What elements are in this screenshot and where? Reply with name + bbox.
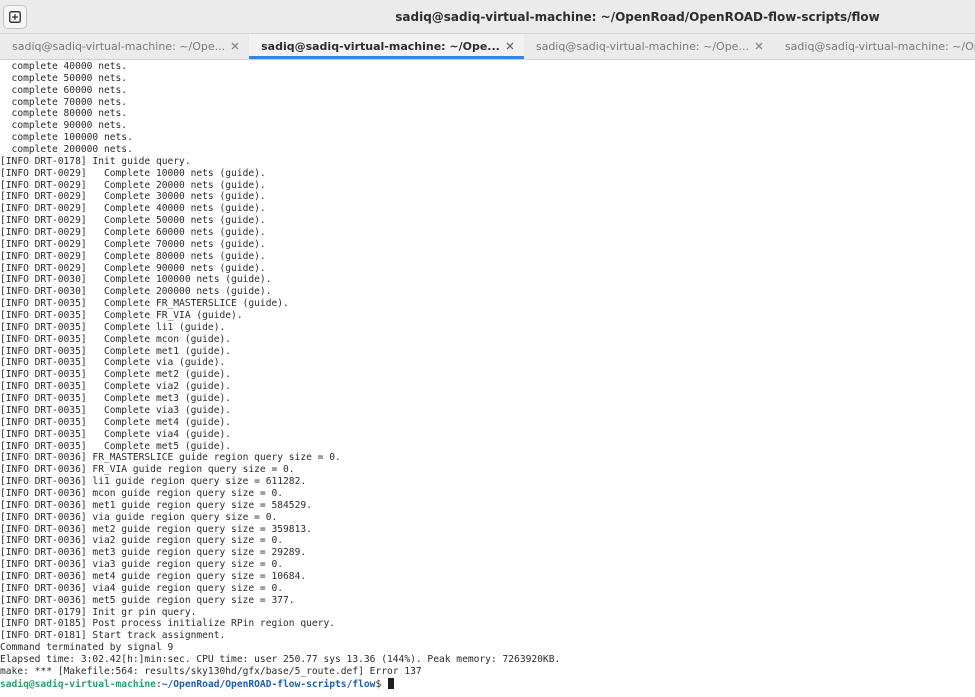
terminal-line: [INFO DRT-0036] li1 guide region query s…	[0, 476, 307, 488]
terminal-line: complete 100000 nets.	[0, 132, 133, 144]
header-bar: sadiq@sadiq-virtual-machine: ~/OpenRoad/…	[0, 0, 975, 34]
tab-1[interactable]: sadiq@sadiq-virtual-machine: ~/Ope...	[0, 34, 249, 59]
terminal-line: [INFO DRT-0179] Init gr pin query.	[0, 606, 197, 618]
terminal-line: complete 70000 nets.	[0, 96, 128, 108]
terminal-line: complete 90000 nets.	[0, 120, 128, 132]
terminal-line: [INFO DRT-0029] Complete 70000 nets (gui…	[0, 238, 266, 250]
tab-3[interactable]: sadiq@sadiq-virtual-machine: ~/Ope...	[524, 34, 773, 59]
terminal-line: [INFO DRT-0036] via2 guide region query …	[0, 535, 284, 547]
prompt-symbol: $	[375, 678, 388, 690]
tab-label: sadiq@sadiq-virtual-machine: ~/Ope...	[535, 40, 749, 53]
tab-2[interactable]: sadiq@sadiq-virtual-machine: ~/Ope...	[249, 34, 524, 59]
new-tab-icon	[9, 11, 21, 23]
terminal-line: [INFO DRT-0185] Post process initialize …	[0, 618, 336, 630]
terminal-line: [INFO DRT-0035] Complete via2 (guide).	[0, 381, 232, 393]
terminal-line: [INFO DRT-0030] Complete 200000 nets (gu…	[0, 286, 272, 298]
tab-bar: sadiq@sadiq-virtual-machine: ~/Ope... sa…	[0, 34, 975, 60]
terminal-line: [INFO DRT-0029] Complete 80000 nets (gui…	[0, 250, 266, 262]
terminal-line: [INFO DRT-0036] met3 guide region query …	[0, 547, 307, 559]
terminal-line: [INFO DRT-0035] Complete met5 (guide).	[0, 440, 232, 452]
terminal-line: [INFO DRT-0035] Complete met4 (guide).	[0, 416, 232, 428]
terminal-line: [INFO DRT-0029] Complete 20000 nets (gui…	[0, 179, 266, 191]
prompt-user-host: sadiq@sadiq-virtual-machine	[0, 678, 156, 690]
terminal-line: [INFO DRT-0036] FR_MASTERSLICE guide reg…	[0, 452, 341, 464]
terminal-line: complete 60000 nets.	[0, 84, 128, 96]
terminal-line: Command terminated by signal 9	[0, 642, 174, 654]
tab-close-button[interactable]	[754, 41, 764, 51]
terminal-line: [INFO DRT-0029] Complete 10000 nets (gui…	[0, 167, 266, 179]
terminal-line: [INFO DRT-0035] Complete met2 (guide).	[0, 369, 232, 381]
terminal-window: sadiq@sadiq-virtual-machine: ~/OpenRoad/…	[0, 0, 975, 697]
shell-prompt[interactable]: sadiq@sadiq-virtual-machine:~/OpenRoad/O…	[0, 677, 975, 690]
terminal-line: [INFO DRT-0035] Complete via (guide).	[0, 357, 226, 369]
text-cursor	[388, 677, 395, 689]
terminal-line: [INFO DRT-0030] Complete 100000 nets (gu…	[0, 274, 272, 286]
terminal-line: [INFO DRT-0035] Complete met1 (guide).	[0, 345, 232, 357]
close-icon	[231, 42, 239, 50]
terminal-line: [INFO DRT-0036] mcon guide region query …	[0, 487, 284, 499]
terminal-output[interactable]: complete 40000 nets. complete 50000 nets…	[0, 61, 975, 697]
terminal-line: [INFO DRT-0035] Complete via4 (guide).	[0, 428, 232, 440]
terminal-line: [INFO DRT-0036] via3 guide region query …	[0, 559, 284, 571]
terminal-line: [INFO DRT-0035] Complete mcon (guide).	[0, 333, 232, 345]
terminal-line: complete 200000 nets.	[0, 144, 133, 156]
close-icon	[506, 42, 514, 50]
terminal-line: [INFO DRT-0029] Complete 40000 nets (gui…	[0, 203, 266, 215]
tab-label: sadiq@sadiq-virtual-machine: ~/Ope...	[12, 40, 226, 53]
tab-label: sadiq@sadiq-virtual-machine: ~/Ope...	[261, 40, 500, 53]
terminal-line: [INFO DRT-0036] met2 guide region query …	[0, 523, 312, 535]
terminal-line: [INFO DRT-0036] met4 guide region query …	[0, 570, 307, 582]
terminal-line: [INFO DRT-0036] FR_VIA guide region quer…	[0, 464, 295, 476]
terminal-line: [INFO DRT-0035] Complete via3 (guide).	[0, 404, 232, 416]
close-icon	[755, 42, 763, 50]
terminal-line: [INFO DRT-0036] met1 guide region query …	[0, 499, 312, 511]
tab-close-button[interactable]	[505, 41, 515, 51]
terminal-line: [INFO DRT-0029] Complete 60000 nets (gui…	[0, 227, 266, 239]
terminal-line: Elapsed time: 3:02.42[h:]min:sec. CPU ti…	[0, 653, 561, 665]
tab-label: sadiq@sadiq-virtual-machine: ~/Ope...	[784, 40, 975, 53]
terminal-line: [INFO DRT-0035] Complete li1 (guide).	[0, 321, 226, 333]
terminal-line: [INFO DRT-0029] Complete 30000 nets (gui…	[0, 191, 266, 203]
terminal-line: [INFO DRT-0036] via guide region query s…	[0, 511, 278, 523]
new-tab-button[interactable]	[3, 5, 27, 29]
terminal-line: [INFO DRT-0036] via4 guide region query …	[0, 582, 284, 594]
terminal-line: [INFO DRT-0036] met5 guide region query …	[0, 594, 295, 606]
tab-close-button[interactable]	[230, 41, 240, 51]
terminal-line: [INFO DRT-0035] Complete met3 (guide).	[0, 393, 232, 405]
terminal-line: [INFO DRT-0178] Init guide query.	[0, 155, 191, 167]
terminal-line: [INFO DRT-0029] Complete 50000 nets (gui…	[0, 215, 266, 227]
terminal-line: complete 50000 nets.	[0, 72, 128, 84]
terminal-line: make: *** [Makefile:564: results/sky130h…	[0, 665, 422, 677]
terminal-line: complete 80000 nets.	[0, 108, 128, 120]
terminal-line: [INFO DRT-0035] Complete FR_VIA (guide).	[0, 310, 243, 322]
prompt-path: ~/OpenRoad/OpenROAD-flow-scripts/flow	[161, 678, 376, 690]
terminal-line: [INFO DRT-0181] Start track assignment.	[0, 630, 226, 642]
window-title: sadiq@sadiq-virtual-machine: ~/OpenRoad/…	[395, 10, 880, 24]
terminal-line: [INFO DRT-0035] Complete FR_MASTERSLICE …	[0, 298, 289, 310]
terminal-line: [INFO DRT-0029] Complete 90000 nets (gui…	[0, 262, 266, 274]
terminal-line: complete 40000 nets.	[0, 61, 128, 72]
tab-4[interactable]: sadiq@sadiq-virtual-machine: ~/Ope...	[773, 34, 975, 59]
